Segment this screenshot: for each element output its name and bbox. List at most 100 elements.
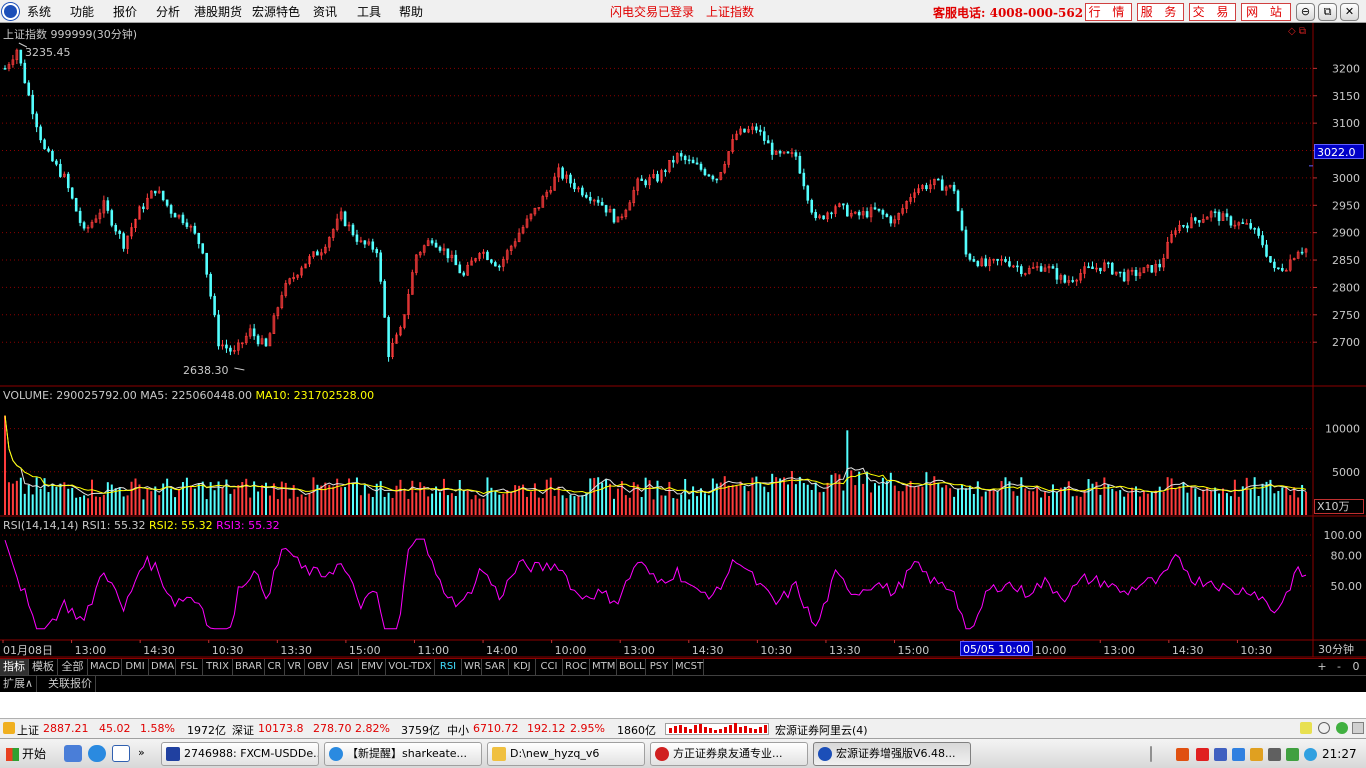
indicator-tab-dma[interactable]: DMA	[149, 659, 176, 675]
indicator-tab-asi[interactable]: ASI	[332, 659, 359, 675]
tray-alert-icon[interactable]	[1250, 748, 1263, 761]
indicator-tab-cr[interactable]: CR	[265, 659, 285, 675]
candle-body	[316, 251, 319, 256]
volume-bar	[759, 482, 762, 515]
indicator-tab-roc[interactable]: ROC	[563, 659, 590, 675]
tray-update-icon[interactable]	[1286, 748, 1299, 761]
volume-bar	[407, 498, 410, 515]
menu-analysis[interactable]: 分析	[156, 3, 180, 20]
tray-network-icon[interactable]	[1214, 748, 1227, 761]
indicator-tab-mtm[interactable]: MTM	[590, 659, 617, 675]
indicator-tab-cci[interactable]: CCI	[536, 659, 563, 675]
tray-flag-icon[interactable]	[1196, 748, 1209, 761]
candle-body	[877, 208, 881, 211]
volume-bar	[854, 485, 857, 515]
volume-bar	[581, 495, 584, 515]
indicator-tab-trix[interactable]: TRIX	[203, 659, 233, 675]
indicator-tab-wr[interactable]: WR	[462, 659, 482, 675]
zoom-in-button[interactable]: +	[1315, 659, 1329, 675]
volume-bar	[63, 482, 66, 515]
indicator-tab-emv[interactable]: EMV	[359, 659, 386, 675]
market-button[interactable]: 行 情	[1085, 3, 1132, 21]
related-quote-tab[interactable]: 关联报价	[45, 676, 96, 692]
indicator-tab-rsi[interactable]: RSI	[435, 659, 462, 675]
menu-hongyuan-special[interactable]: 宏源特色	[252, 3, 300, 20]
volume-bar	[1142, 491, 1145, 515]
task-browser[interactable]: 【新提醒】sharkeate...	[324, 742, 482, 766]
settings-icon[interactable]	[1352, 722, 1364, 734]
indicator-tab-sar[interactable]: SAR	[482, 659, 509, 675]
candle-body	[1051, 266, 1055, 269]
zoom-out-button[interactable]: -	[1332, 659, 1346, 675]
indicator-tab-模板[interactable]: 模板	[29, 659, 58, 675]
indicator-tab-mcst[interactable]: MCST	[673, 659, 704, 675]
volume-bar	[431, 493, 434, 515]
candle-body	[1107, 262, 1110, 265]
clock[interactable]: 21:27	[1322, 747, 1357, 761]
tray-volume-icon[interactable]	[1268, 748, 1281, 761]
explorer-quick-icon[interactable]	[64, 745, 82, 762]
volume-bar	[814, 482, 817, 515]
indicator-tab-全部[interactable]: 全部	[58, 659, 88, 675]
indicator-tab-boll[interactable]: BOLL	[617, 659, 646, 675]
menu-quote[interactable]: 报价	[113, 3, 137, 20]
menu-system[interactable]: 系统	[27, 3, 51, 20]
indicator-tab-dmi[interactable]: DMI	[122, 659, 149, 675]
indicator-tab-kdj[interactable]: KDJ	[509, 659, 536, 675]
app-logo-icon[interactable]	[2, 3, 19, 20]
indicator-tab-vol-tdx[interactable]: VOL-TDX	[386, 659, 435, 675]
ie-quick-icon[interactable]	[88, 745, 106, 762]
task-label: D:\new_hyzq_v6	[510, 747, 600, 760]
volume-bar	[719, 482, 722, 515]
price-tick-label: 3150	[1332, 90, 1360, 103]
menu-help[interactable]: 帮助	[399, 3, 423, 20]
menu-tools[interactable]: 工具	[357, 3, 381, 20]
expand-tab[interactable]: 扩展∧	[0, 676, 38, 692]
service-button[interactable]: 服 务	[1137, 3, 1184, 21]
volume-bar	[514, 485, 517, 515]
tray-app-icon[interactable]	[1176, 748, 1189, 761]
indicator-tab-vr[interactable]: VR	[285, 659, 305, 675]
connection-icon[interactable]	[1336, 722, 1348, 734]
breadth-bar	[739, 727, 742, 733]
task-fxcm[interactable]: 2746988: FXCM-USDDe...	[161, 742, 319, 766]
volume-bar	[178, 488, 180, 515]
indicator-tab-macd[interactable]: MACD	[88, 659, 122, 675]
volume-bar	[830, 474, 833, 515]
tray-sync-icon[interactable]	[1304, 748, 1317, 761]
quote-bar-icon[interactable]	[3, 722, 15, 734]
zoom-reset-button[interactable]: 0	[1349, 659, 1363, 675]
indicator-tab-psy[interactable]: PSY	[646, 659, 673, 675]
task-folder[interactable]: D:\new_hyzq_v6	[487, 742, 645, 766]
breadth-bar	[689, 729, 692, 733]
menu-function[interactable]: 功能	[70, 3, 94, 20]
desktop-quick-icon[interactable]	[112, 745, 130, 762]
close-icon[interactable]: ✕	[1340, 3, 1359, 21]
website-button[interactable]: 网 站	[1241, 3, 1291, 21]
task-founder[interactable]: 方正证券泉友通专业...	[650, 742, 808, 766]
candle-body	[169, 205, 173, 214]
chart-area[interactable]: 3200315031003050300029502900285028002750…	[0, 23, 1366, 658]
indicator-tab-指标[interactable]: 指标	[0, 659, 29, 675]
minimize-icon[interactable]: ⊖	[1296, 3, 1315, 21]
trade-button[interactable]: 交 易	[1189, 3, 1236, 21]
restore-icon[interactable]: ⧉	[1318, 3, 1337, 21]
indicator-tab-fsl[interactable]: FSL	[176, 659, 203, 675]
menu-hk-futures[interactable]: 港股期货	[194, 3, 242, 20]
signal-icon[interactable]	[1318, 722, 1330, 734]
volume-bar	[1000, 481, 1003, 515]
notice-icon[interactable]	[1300, 722, 1312, 734]
candle-body	[494, 262, 497, 267]
menu-news[interactable]: 资讯	[313, 3, 337, 20]
chart-corner-icons[interactable]: ◇ ⧉	[1288, 26, 1306, 37]
indicator-tab-obv[interactable]: OBV	[305, 659, 332, 675]
start-button[interactable]: 开始	[2, 743, 50, 765]
period-label[interactable]: 30分钟	[1318, 641, 1354, 657]
indicator-tab-brar[interactable]: BRAR	[233, 659, 265, 675]
candle-body	[486, 251, 489, 261]
task-hongyuan[interactable]: 宏源证券增强版V6.48...	[813, 742, 971, 766]
quicklaunch-more-icon[interactable]: »	[138, 746, 145, 759]
tray-shield-icon[interactable]	[1232, 748, 1245, 761]
candle-body	[379, 252, 382, 282]
kline-chart[interactable]: 3200315031003050300029502900285028002750…	[0, 23, 1366, 658]
